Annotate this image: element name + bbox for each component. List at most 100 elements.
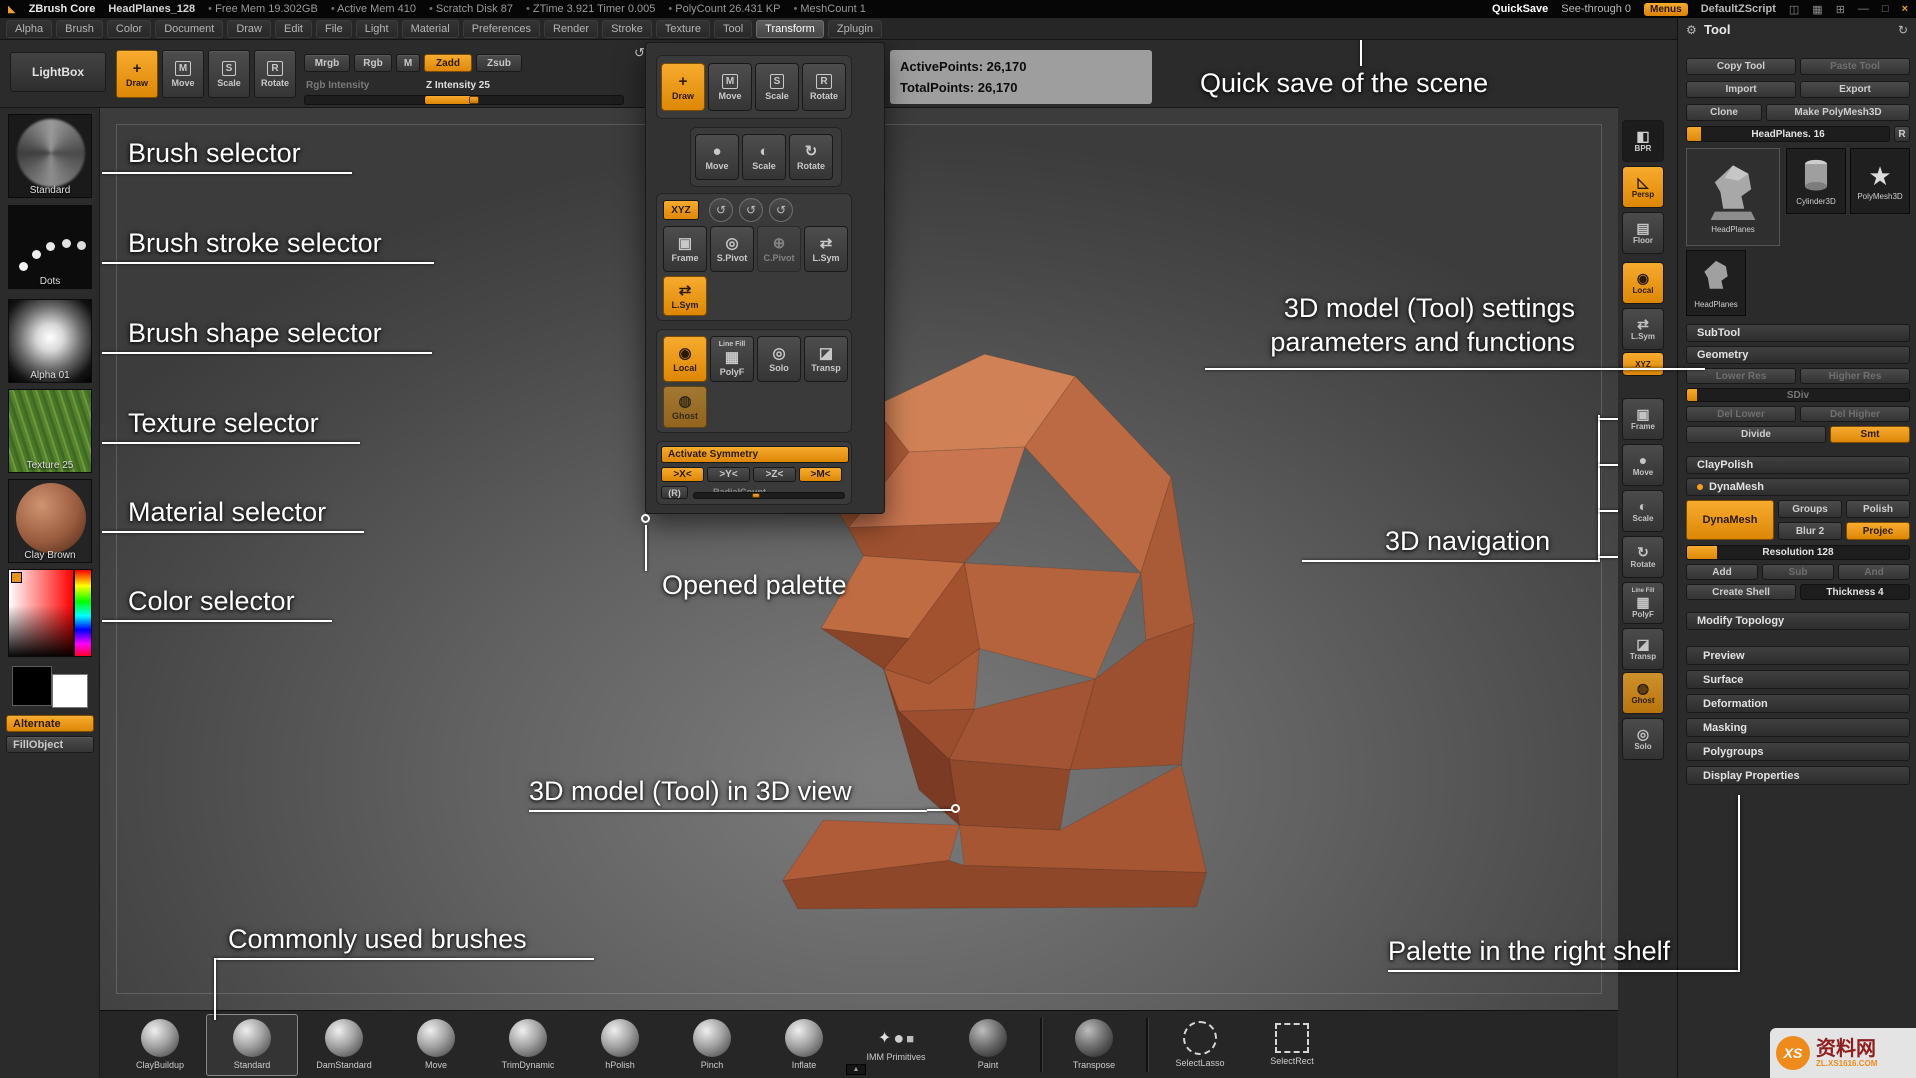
groups-button[interactable]: Groups bbox=[1778, 500, 1842, 518]
menu-item-color[interactable]: Color bbox=[107, 20, 151, 38]
menu-item-preferences[interactable]: Preferences bbox=[463, 20, 540, 38]
palette-move-button[interactable]: MMove bbox=[708, 63, 752, 111]
tray-brush-inflate[interactable]: Inflate bbox=[758, 1014, 850, 1076]
make-polymesh3d-button[interactable]: Make PolyMesh3D bbox=[1766, 104, 1910, 121]
polyframe-shelf-button[interactable]: Line Fill▦PolyF bbox=[1622, 582, 1664, 624]
menu-item-stroke[interactable]: Stroke bbox=[602, 20, 652, 38]
lsym-active-button[interactable]: ⇄L.Sym bbox=[663, 276, 707, 316]
menu-item-draw[interactable]: Draw bbox=[227, 20, 271, 38]
clone-button[interactable]: Clone bbox=[1686, 104, 1762, 121]
m-button[interactable]: M bbox=[396, 54, 420, 72]
tray-brush-claybuildup[interactable]: ClayBuildup bbox=[114, 1014, 206, 1076]
add-button[interactable]: Add bbox=[1686, 564, 1758, 580]
copy-tool-button[interactable]: Copy Tool bbox=[1686, 58, 1796, 75]
masking-section-header[interactable]: Masking bbox=[1686, 718, 1910, 737]
texture-selector-thumbnail[interactable]: Texture 25 bbox=[8, 389, 92, 473]
zscript-button[interactable]: DefaultZScript bbox=[1701, 3, 1776, 15]
tray-brush-transpose[interactable]: Transpose bbox=[1048, 1014, 1140, 1076]
polish-button[interactable]: Polish bbox=[1846, 500, 1910, 518]
scale-mode-button[interactable]: SScale bbox=[208, 50, 250, 98]
subtool-section-header[interactable]: SubTool bbox=[1686, 324, 1910, 342]
del-lower-button[interactable]: Del Lower bbox=[1686, 406, 1796, 422]
transp-button[interactable]: ◪Transp bbox=[804, 336, 848, 382]
export-button[interactable]: Export bbox=[1800, 81, 1910, 98]
menu-item-transform[interactable]: Transform bbox=[756, 20, 824, 38]
preview-section-header[interactable]: Preview bbox=[1686, 646, 1910, 665]
r-button[interactable]: R bbox=[1894, 126, 1910, 142]
floor-button[interactable]: ▤Floor bbox=[1622, 212, 1664, 254]
menu-item-tool[interactable]: Tool bbox=[714, 20, 752, 38]
zsub-button[interactable]: Zsub bbox=[476, 54, 522, 72]
move-mode-button[interactable]: MMove bbox=[162, 50, 204, 98]
modify-topology-section-header[interactable]: Modify Topology bbox=[1686, 612, 1910, 630]
hue-strip[interactable] bbox=[75, 570, 92, 657]
alternate-button[interactable]: Alternate bbox=[6, 715, 94, 732]
project-button[interactable]: Projec bbox=[1846, 522, 1910, 540]
menu-item-brush[interactable]: Brush bbox=[56, 20, 103, 38]
tray-brush-trimdynamic[interactable]: TrimDynamic bbox=[482, 1014, 574, 1076]
maximize-icon[interactable]: □ bbox=[1882, 3, 1889, 15]
tray-brush-hpolish[interactable]: hPolish bbox=[574, 1014, 666, 1076]
claypolish-section-header[interactable]: ClayPolish bbox=[1686, 456, 1910, 474]
del-higher-button[interactable]: Del Higher bbox=[1800, 406, 1910, 422]
surface-section-header[interactable]: Surface bbox=[1686, 670, 1910, 689]
z-intensity-handle[interactable] bbox=[469, 96, 479, 104]
zadd-button[interactable]: Zadd bbox=[424, 54, 472, 72]
see-through-slider[interactable]: See-through 0 bbox=[1561, 3, 1631, 15]
sym-y-button[interactable]: >Y< bbox=[707, 467, 750, 482]
polyframe-button[interactable]: Line Fill▦PolyF bbox=[710, 336, 754, 382]
tray-brush-selectrect[interactable]: SelectRect bbox=[1246, 1014, 1338, 1076]
cylinder3d-thumbnail[interactable]: Cylinder3D bbox=[1786, 148, 1846, 214]
frame-button[interactable]: ▣Frame bbox=[663, 226, 707, 272]
lower-res-button[interactable]: Lower Res bbox=[1686, 368, 1796, 384]
import-button[interactable]: Import bbox=[1686, 81, 1796, 98]
palette-reload-icon[interactable]: ↺ bbox=[634, 45, 645, 61]
tray-brush-move[interactable]: Move bbox=[390, 1014, 482, 1076]
activate-symmetry-button[interactable]: Activate Symmetry bbox=[661, 446, 849, 463]
display-properties-section-header[interactable]: Display Properties bbox=[1686, 766, 1910, 785]
headplanes2-thumbnail[interactable]: HeadPlanes bbox=[1686, 250, 1746, 316]
main-color-swatch[interactable] bbox=[12, 666, 52, 706]
tray-brush-paint[interactable]: Paint bbox=[942, 1014, 1034, 1076]
material-selector-thumbnail[interactable]: Clay Brown bbox=[8, 479, 92, 563]
tray-scroll-arrow[interactable]: ▲ bbox=[846, 1064, 866, 1075]
higher-res-button[interactable]: Higher Res bbox=[1800, 368, 1910, 384]
cpivot-button[interactable]: ⊕C.Pivot bbox=[757, 226, 801, 272]
lsym-shelf-button[interactable]: ⇄L.Sym bbox=[1622, 308, 1664, 350]
bpr-button[interactable]: ◧BPR bbox=[1622, 120, 1664, 162]
stroke-selector-thumbnail[interactable]: Dots bbox=[8, 205, 92, 289]
sym-m-button[interactable]: >M< bbox=[799, 467, 842, 482]
menu-item-light[interactable]: Light bbox=[356, 20, 398, 38]
sym-x-button[interactable]: >X< bbox=[661, 467, 704, 482]
z-intensity-slider[interactable] bbox=[424, 95, 624, 105]
palette-scale-button[interactable]: SScale bbox=[755, 63, 799, 111]
menu-item-render[interactable]: Render bbox=[544, 20, 598, 38]
brush-selector-thumbnail[interactable]: Standard bbox=[8, 114, 92, 198]
menu-item-texture[interactable]: Texture bbox=[656, 20, 710, 38]
xyz-button[interactable]: XYZ bbox=[663, 200, 699, 220]
active-tool-thumbnail[interactable]: HeadPlanes bbox=[1686, 148, 1780, 246]
solo-button[interactable]: ◎Solo bbox=[757, 336, 801, 382]
alpha-selector-thumbnail[interactable]: Alpha 01 bbox=[8, 299, 92, 383]
fillobject-button[interactable]: FillObject bbox=[6, 736, 94, 753]
saturation-square[interactable] bbox=[9, 570, 73, 657]
spivot-button[interactable]: ◎S.Pivot bbox=[710, 226, 754, 272]
divide-button[interactable]: Divide bbox=[1686, 426, 1826, 443]
persp-button[interactable]: ◺Persp bbox=[1622, 166, 1664, 208]
radial-button[interactable]: (R) bbox=[661, 486, 688, 499]
polygroups-section-header[interactable]: Polygroups bbox=[1686, 742, 1910, 761]
xyz-shelf-button[interactable]: XYZ bbox=[1622, 352, 1664, 376]
axis-z-icon[interactable]: ↺ bbox=[769, 198, 793, 222]
secondary-color-swatch[interactable] bbox=[52, 674, 88, 708]
ghost-shelf-button[interactable]: ◍Ghost bbox=[1622, 672, 1664, 714]
close-icon[interactable]: × bbox=[1902, 3, 1908, 15]
dynamesh-button[interactable]: DynaMesh bbox=[1686, 500, 1774, 540]
menus-toggle[interactable]: Menus bbox=[1644, 3, 1688, 16]
menu-item-material[interactable]: Material bbox=[402, 20, 459, 38]
resolution-slider[interactable]: Resolution 128 bbox=[1686, 545, 1910, 560]
mrgb-button[interactable]: Mrgb bbox=[304, 54, 350, 72]
tray-brush-pinch[interactable]: Pinch bbox=[666, 1014, 758, 1076]
local-shelf-button[interactable]: ◉Local bbox=[1622, 262, 1664, 304]
tray-brush-selectlasso[interactable]: SelectLasso bbox=[1154, 1014, 1246, 1076]
palette-move2-button[interactable]: ●Move bbox=[695, 134, 739, 180]
